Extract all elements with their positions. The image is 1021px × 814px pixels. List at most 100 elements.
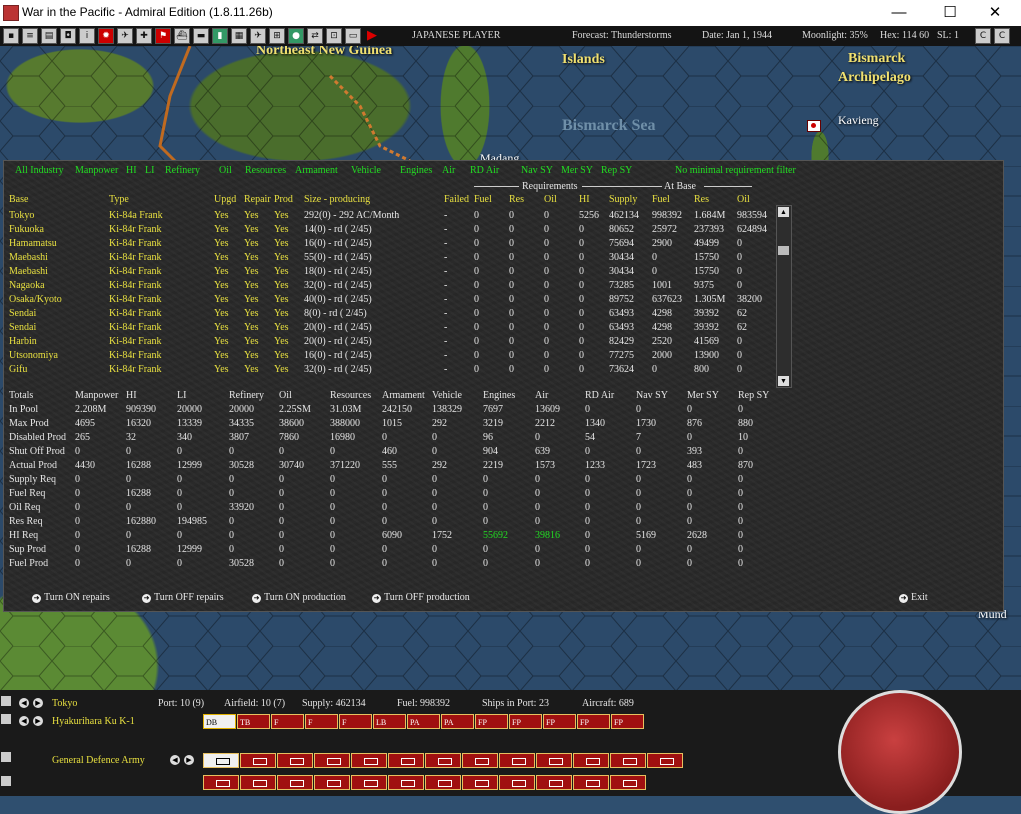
land-unit-button-icon[interactable] <box>536 753 572 768</box>
column-header-size[interactable]: Size - producing <box>304 193 370 206</box>
toolbar-vehicle-icon[interactable]: ◘ <box>60 28 76 44</box>
column-header-base-res[interactable]: Res <box>694 193 709 206</box>
land-unit-button-icon[interactable] <box>610 753 646 768</box>
land-unit-button-icon[interactable] <box>240 753 276 768</box>
land-unit-button-icon[interactable] <box>314 753 350 768</box>
table-cell[interactable]: Yes <box>274 321 289 334</box>
filter-li[interactable]: LI <box>145 165 154 176</box>
land-unit-button-icon[interactable] <box>425 753 461 768</box>
table-cell[interactable]: Yes <box>214 265 229 278</box>
unit-type-button-icon[interactable] <box>499 775 535 790</box>
column-header-req-fuel[interactable]: Fuel <box>474 193 492 206</box>
unit-type-button-icon[interactable] <box>314 775 350 790</box>
unit-type-button-icon[interactable] <box>610 775 646 790</box>
land-unit-button-icon[interactable] <box>351 753 387 768</box>
table-cell[interactable]: Yes <box>244 237 259 250</box>
table-cell[interactable]: Yes <box>244 279 259 292</box>
table-cell[interactable]: Yes <box>244 251 259 264</box>
toolbar-c-button-2[interactable]: C <box>994 28 1010 44</box>
prev-air-unit-icon[interactable]: ◀ <box>19 716 29 726</box>
exit-button[interactable]: ➜ Exit <box>899 592 928 603</box>
table-cell[interactable]: Yes <box>274 307 289 320</box>
column-header-req-hi[interactable]: HI <box>579 193 590 206</box>
toolbar-list-icon[interactable]: ≡ <box>22 28 38 44</box>
status-base-name[interactable]: Tokyo <box>52 698 77 709</box>
toolbar-airfield-icon[interactable]: ✈ <box>250 28 266 44</box>
table-cell[interactable]: Yes <box>274 237 289 250</box>
table-cell[interactable]: Yes <box>214 349 229 362</box>
status-land-hq[interactable]: General Defence Army <box>52 755 145 766</box>
base-name-link[interactable]: Sendai <box>9 321 36 334</box>
base-list-scrollbar[interactable]: ▲ ▼ <box>776 205 792 388</box>
air-slot-db[interactable]: DB <box>203 714 236 729</box>
filter-all-industry[interactable]: All Industry <box>15 165 64 176</box>
base-name-link[interactable]: Maebashi <box>9 251 48 264</box>
base-side-icon[interactable] <box>1 696 11 706</box>
table-cell[interactable]: Yes <box>214 237 229 250</box>
filter-armament[interactable]: Armament <box>295 165 338 176</box>
land-unit-button-icon[interactable] <box>277 753 313 768</box>
air-slot-fp[interactable]: FP <box>543 714 576 729</box>
table-cell[interactable]: Yes <box>274 251 289 264</box>
table-cell[interactable]: Yes <box>214 251 229 264</box>
table-cell[interactable]: Yes <box>244 321 259 334</box>
prev-land-unit-icon[interactable]: ◀ <box>170 755 180 765</box>
table-cell[interactable]: Yes <box>244 307 259 320</box>
air-slot-tb[interactable]: TB <box>237 714 270 729</box>
land-side-icon[interactable] <box>1 752 11 762</box>
filter-hi[interactable]: HI <box>126 165 137 176</box>
column-header-supply[interactable]: Supply <box>609 193 637 206</box>
base-name-link[interactable]: Gifu <box>9 363 27 376</box>
toolbar-cross-icon[interactable]: ✚ <box>136 28 152 44</box>
column-header-repair[interactable]: Repair <box>244 193 271 206</box>
base-name-link[interactable]: Sendai <box>9 307 36 320</box>
turn-off-production-button[interactable]: ➜ Turn OFF production <box>372 592 470 603</box>
base-name-link[interactable]: Maebashi <box>9 265 48 278</box>
filter-resources[interactable]: Resources <box>245 165 286 176</box>
unit-type-button-icon[interactable] <box>536 775 572 790</box>
table-cell[interactable]: Yes <box>214 307 229 320</box>
table-cell[interactable]: Yes <box>244 293 259 306</box>
column-header-base-fuel[interactable]: Fuel <box>652 193 670 206</box>
base-name-link[interactable]: Harbin <box>9 335 37 348</box>
unit-type-button-icon[interactable] <box>203 775 239 790</box>
japanese-flag-icon[interactable] <box>807 120 821 132</box>
chart-side-icon[interactable] <box>1 776 11 786</box>
column-header-prod[interactable]: Prod <box>274 193 293 206</box>
toolbar-sun-icon[interactable]: ✹ <box>98 28 114 44</box>
filter-vehicle[interactable]: Vehicle <box>351 165 381 176</box>
table-cell[interactable]: Yes <box>214 293 229 306</box>
table-cell[interactable]: Yes <box>244 265 259 278</box>
scroll-down-arrow-icon[interactable]: ▼ <box>778 376 789 386</box>
table-cell[interactable]: Yes <box>214 363 229 376</box>
air-slot-fp[interactable]: FP <box>577 714 610 729</box>
turn-off-repairs-button[interactable]: ➜ Turn OFF repairs <box>142 592 224 603</box>
toolbar-flag-icon[interactable]: ⚑ <box>155 28 171 44</box>
air-slot-f[interactable]: F <box>271 714 304 729</box>
land-unit-button-icon[interactable] <box>388 753 424 768</box>
filter-oil[interactable]: Oil <box>219 165 232 176</box>
toolbar-monitor-icon[interactable]: ▭ <box>345 28 361 44</box>
filter-nav-sy[interactable]: Nav SY <box>521 165 553 176</box>
toolbar-document-icon[interactable]: ▤ <box>41 28 57 44</box>
table-cell[interactable]: Yes <box>274 349 289 362</box>
unit-type-button-icon[interactable] <box>351 775 387 790</box>
column-header-failed[interactable]: Failed <box>444 193 469 206</box>
table-cell[interactable]: Yes <box>214 279 229 292</box>
land-unit-button-icon[interactable] <box>462 753 498 768</box>
table-cell[interactable]: Yes <box>244 209 259 222</box>
air-slot-fp[interactable]: FP <box>509 714 542 729</box>
table-cell[interactable]: Yes <box>274 223 289 236</box>
land-unit-button-icon[interactable] <box>499 753 535 768</box>
filter-air[interactable]: Air <box>442 165 455 176</box>
turn-on-production-button[interactable]: ➜ Turn ON production <box>252 592 346 603</box>
toolbar-industry-icon[interactable]: ▦ <box>231 28 247 44</box>
table-cell[interactable]: Yes <box>274 293 289 306</box>
table-cell[interactable]: Yes <box>274 265 289 278</box>
base-name-link[interactable]: Nagaoka <box>9 279 45 292</box>
toolbar-globe-icon[interactable]: ● <box>288 28 304 44</box>
table-cell[interactable]: Yes <box>274 335 289 348</box>
status-air-hq[interactable]: Hyakurihara Ku K-1 <box>52 716 135 727</box>
air-slot-f[interactable]: F <box>305 714 338 729</box>
base-name-link[interactable]: Utsonomiya <box>9 349 58 362</box>
